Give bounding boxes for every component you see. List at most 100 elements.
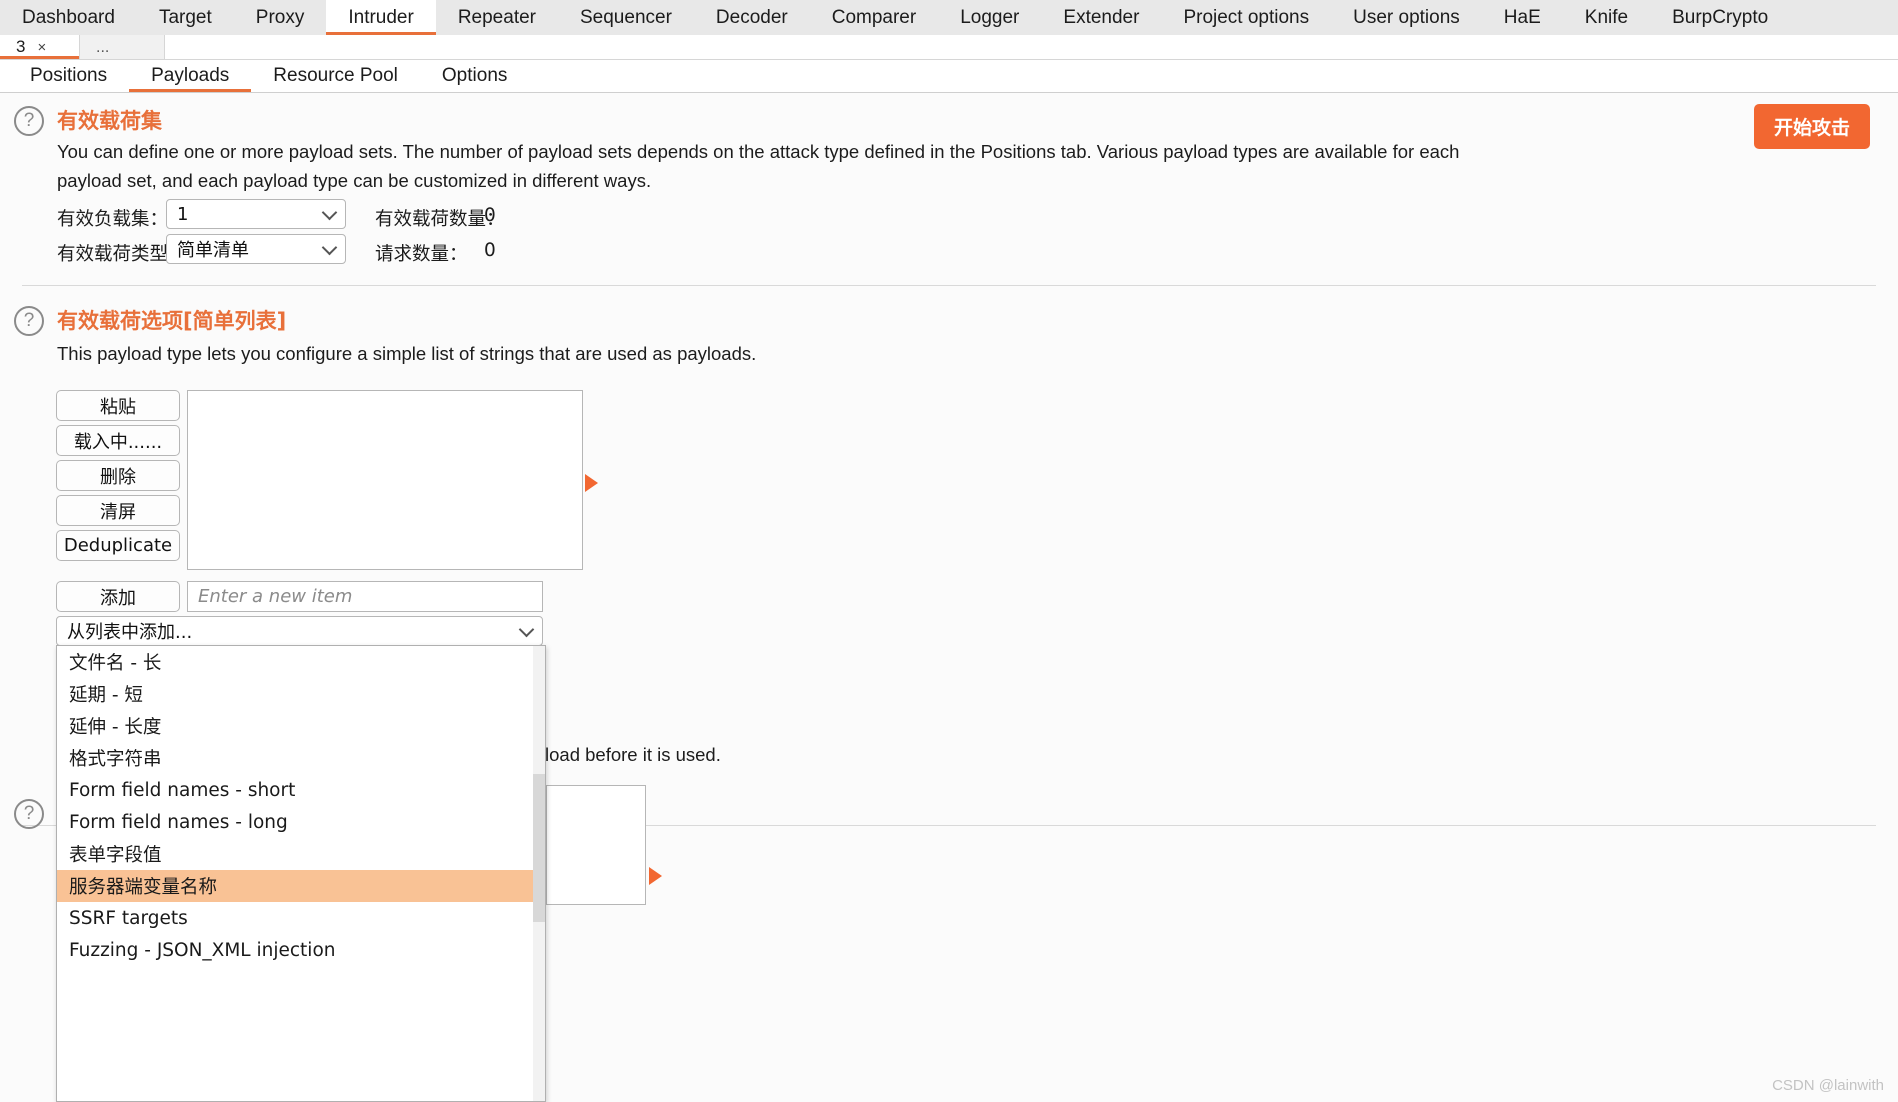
main-tab-target[interactable]: Target [137, 0, 234, 35]
payload-sets-help-icon[interactable]: ? [14, 106, 44, 136]
question-mark-icon: ? [14, 799, 44, 829]
main-tab-logger[interactable]: Logger [938, 0, 1041, 35]
main-tab-burpcrypto[interactable]: BurpCrypto [1650, 0, 1790, 35]
add-from-list-select[interactable]: 从列表中添加... [56, 616, 543, 646]
tab-label: Options [441, 65, 508, 86]
dropdown-item[interactable]: 格式字符串 [57, 742, 545, 774]
burp-suite-window: Dashboard Target Proxy Intruder Repeater… [0, 0, 1898, 1102]
main-tab-bar: Dashboard Target Proxy Intruder Repeater… [0, 0, 1898, 35]
main-tab-user-options[interactable]: User options [1331, 0, 1482, 35]
payload-type-value: 简单清单 [177, 240, 249, 261]
paste-button[interactable]: 粘贴 [56, 390, 180, 421]
tab-positions[interactable]: Positions [8, 60, 129, 92]
payload-set-value: 1 [177, 203, 189, 225]
chevron-down-icon [321, 239, 338, 256]
tab-label: Payloads [151, 65, 230, 86]
attack-tab-more-label: ... [96, 39, 110, 56]
remove-button[interactable]: 删除 [56, 460, 180, 491]
main-tab-hae[interactable]: HaE [1482, 0, 1563, 35]
dropdown-item-selected[interactable]: 服务器端变量名称 [57, 870, 545, 902]
main-tab-label: Extender [1063, 6, 1140, 28]
payload-processing-description: load before it is used. [545, 744, 721, 765]
main-tab-decoder[interactable]: Decoder [694, 0, 810, 35]
main-tab-label: Logger [960, 6, 1020, 28]
start-attack-button[interactable]: 开始攻击 [1753, 104, 1870, 149]
main-tab-label: Sequencer [580, 6, 672, 28]
payload-list-box[interactable] [187, 390, 583, 570]
dropdown-scrollbar[interactable] [533, 646, 545, 1101]
watermark: CSDN @lainwith [1772, 1077, 1884, 1094]
payload-processing-help-icon[interactable]: ? [14, 799, 44, 829]
payload-type-select[interactable]: 简单清单 [166, 234, 346, 264]
attack-tab-3[interactable]: 3 × [0, 35, 80, 59]
chevron-down-icon [518, 621, 535, 638]
main-tab-knife[interactable]: Knife [1563, 0, 1650, 35]
payload-set-label: 有效负载集： [57, 209, 169, 230]
main-tab-extender[interactable]: Extender [1041, 0, 1161, 35]
main-tab-label: Decoder [715, 6, 788, 28]
dropdown-item[interactable]: 文件名 - 长 [57, 646, 545, 678]
payload-sets-description: You can define one or more payload sets.… [57, 141, 1460, 191]
main-tab-label: User options [1353, 6, 1460, 28]
main-tab-label: Repeater [457, 6, 536, 28]
main-tab-intruder[interactable]: Intruder [326, 0, 436, 35]
attack-tab-strip: 3 × ... [0, 35, 1898, 60]
question-mark-icon: ? [14, 106, 44, 136]
add-from-list-dropdown[interactable]: 文件名 - 长 延期 - 短 延伸 - 长度 格式字符串 Form field … [56, 645, 546, 1102]
tab-payloads[interactable]: Payloads [129, 60, 251, 92]
payload-options-help-icon[interactable]: ? [14, 306, 44, 336]
chevron-down-icon [321, 204, 338, 221]
payload-options-title: 有效载荷选项[简单列表] [57, 309, 287, 333]
dropdown-item[interactable]: Fuzzing - JSON_XML injection [57, 934, 545, 966]
question-mark-icon: ? [14, 306, 44, 336]
main-tab-label: Comparer [831, 6, 917, 28]
request-count-label: 请求数量： [375, 244, 468, 265]
section-divider-1 [22, 285, 1876, 286]
payloads-panel: 开始攻击 ? 有效载荷集 You can define one or more … [0, 93, 1898, 1102]
payload-count-value: 0 [484, 205, 496, 226]
clear-button[interactable]: 清屏 [56, 495, 180, 526]
main-tab-project-options[interactable]: Project options [1161, 0, 1331, 35]
add-from-list-value: 从列表中添加... [67, 622, 193, 643]
main-tab-dashboard[interactable]: Dashboard [0, 0, 137, 35]
main-tab-repeater[interactable]: Repeater [436, 0, 558, 35]
main-tab-label: HaE [1503, 6, 1541, 28]
tab-resource-pool[interactable]: Resource Pool [251, 60, 420, 92]
close-icon[interactable]: × [37, 39, 46, 56]
payload-list-buttons: 粘贴 载入中...... 删除 清屏 Deduplicate [56, 390, 180, 561]
deduplicate-button[interactable]: Deduplicate [56, 530, 180, 561]
dropdown-item[interactable]: 延期 - 短 [57, 678, 545, 710]
intruder-sub-tabs: Positions Payloads Resource Pool Options [0, 60, 1898, 93]
dropdown-scrollbar-thumb[interactable] [533, 774, 545, 922]
main-tab-label: Intruder [348, 6, 414, 28]
main-tab-proxy[interactable]: Proxy [234, 0, 327, 35]
main-tab-label: Dashboard [22, 6, 115, 28]
main-tab-sequencer[interactable]: Sequencer [558, 0, 694, 35]
payload-options-description: This payload type lets you configure a s… [57, 343, 757, 364]
dropdown-item[interactable]: Form field names - long [57, 806, 545, 838]
main-tab-label: BurpCrypto [1672, 6, 1769, 28]
dropdown-item[interactable]: SSRF targets [57, 902, 545, 934]
main-tab-label: Knife [1584, 6, 1629, 28]
new-item-input[interactable]: Enter a new item [187, 581, 543, 612]
main-tab-comparer[interactable]: Comparer [810, 0, 938, 35]
add-button[interactable]: 添加 [56, 581, 180, 612]
payload-sets-title: 有效载荷集 [57, 109, 162, 133]
main-tab-label: Project options [1183, 6, 1310, 28]
load-button[interactable]: 载入中...... [56, 425, 180, 456]
dropdown-item[interactable]: 表单字段值 [57, 838, 545, 870]
dropdown-item[interactable]: 延伸 - 长度 [57, 710, 545, 742]
request-count-value: 0 [484, 240, 496, 261]
tab-label: Positions [30, 65, 108, 86]
attack-tab-more[interactable]: ... [80, 35, 165, 59]
attack-tab-label: 3 [16, 37, 26, 56]
tab-options[interactable]: Options [420, 60, 529, 92]
main-tab-label: Target [158, 6, 212, 28]
tab-label: Resource Pool [273, 65, 398, 86]
payload-set-select[interactable]: 1 [166, 199, 346, 229]
payload-processing-list-box[interactable] [546, 785, 646, 905]
main-tab-label: Proxy [255, 6, 305, 28]
expand-arrow-icon[interactable] [649, 867, 662, 885]
expand-arrow-icon[interactable] [585, 474, 598, 492]
dropdown-item[interactable]: Form field names - short [57, 774, 545, 806]
